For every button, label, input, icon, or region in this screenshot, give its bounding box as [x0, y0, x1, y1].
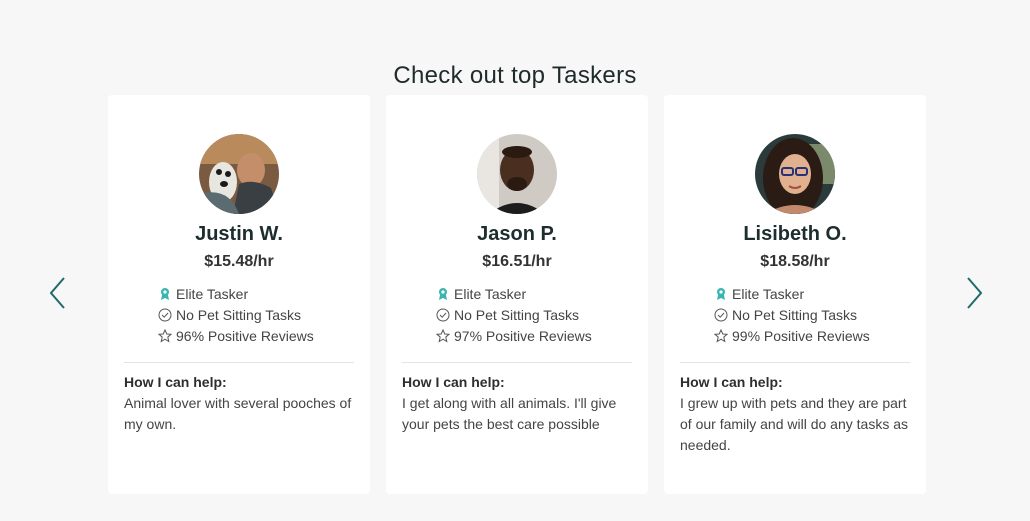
tasker-rate: $18.58/hr	[760, 253, 830, 270]
tasks-stat: No Pet Sitting Tasks	[436, 304, 636, 325]
tasker-rate: $16.51/hr	[482, 253, 552, 270]
ribbon-icon	[158, 287, 172, 301]
divider	[680, 362, 910, 363]
reviews-stat: 97% Positive Reviews	[436, 325, 636, 346]
tasker-stats: Elite Tasker No Pet Sitting Tasks 99% Po…	[714, 283, 914, 346]
tasks-stat: No Pet Sitting Tasks	[714, 304, 914, 325]
reviews-stat: 99% Positive Reviews	[714, 325, 914, 346]
tasker-name: Jason P.	[477, 223, 557, 245]
carousel-prev-button[interactable]	[48, 276, 68, 310]
tasks-label: No Pet Sitting Tasks	[732, 306, 858, 323]
badge-label: Elite Tasker	[454, 285, 527, 302]
check-circle-icon	[714, 308, 728, 322]
star-icon	[436, 328, 450, 343]
check-circle-icon	[436, 308, 450, 322]
avatar	[477, 134, 557, 214]
badge-label: Elite Tasker	[176, 285, 249, 302]
help-text: I grew up with pets and they are part of…	[680, 395, 908, 453]
divider	[402, 362, 632, 363]
chevron-right-icon	[967, 277, 983, 309]
help-label: How I can help:	[680, 374, 783, 390]
tasker-name: Lisibeth O.	[743, 223, 847, 245]
tasker-rate: $15.48/hr	[204, 253, 274, 270]
elite-badge-stat: Elite Tasker	[436, 283, 636, 304]
reviews-stat: 96% Positive Reviews	[158, 325, 358, 346]
star-icon	[158, 328, 172, 343]
badge-label: Elite Tasker	[732, 285, 805, 302]
avatar	[199, 134, 279, 214]
tasker-card[interactable]: Lisibeth O. $18.58/hr Elite Tasker No Pe…	[664, 95, 926, 494]
help-label: How I can help:	[402, 374, 505, 390]
tasker-stats: Elite Tasker No Pet Sitting Tasks 97% Po…	[436, 283, 636, 346]
tasker-name: Justin W.	[195, 223, 283, 245]
help-text: Animal lover with several pooches of my …	[124, 395, 352, 432]
elite-badge-stat: Elite Tasker	[158, 283, 358, 304]
section-heading: Check out top Taskers	[393, 61, 637, 89]
help-text: I get along with all animals. I'll give …	[402, 395, 617, 432]
divider	[124, 362, 354, 363]
avatar	[755, 134, 835, 214]
chevron-left-icon	[49, 277, 65, 309]
help-label: How I can help:	[124, 374, 227, 390]
ribbon-icon	[714, 287, 728, 301]
tasks-stat: No Pet Sitting Tasks	[158, 304, 358, 325]
carousel-next-button[interactable]	[964, 276, 984, 310]
tasks-label: No Pet Sitting Tasks	[176, 306, 302, 323]
tasker-card[interactable]: Jason P. $16.51/hr Elite Tasker No Pet S…	[386, 95, 648, 494]
elite-badge-stat: Elite Tasker	[714, 283, 914, 304]
star-icon	[714, 328, 728, 343]
reviews-label: 96% Positive Reviews	[176, 327, 314, 344]
ribbon-icon	[436, 287, 450, 301]
tasker-stats: Elite Tasker No Pet Sitting Tasks 96% Po…	[158, 283, 358, 346]
tasker-card[interactable]: Justin W. $15.48/hr Elite Tasker No Pet …	[108, 95, 370, 494]
reviews-label: 99% Positive Reviews	[732, 327, 870, 344]
reviews-label: 97% Positive Reviews	[454, 327, 592, 344]
check-circle-icon	[158, 308, 172, 322]
tasks-label: No Pet Sitting Tasks	[454, 306, 580, 323]
